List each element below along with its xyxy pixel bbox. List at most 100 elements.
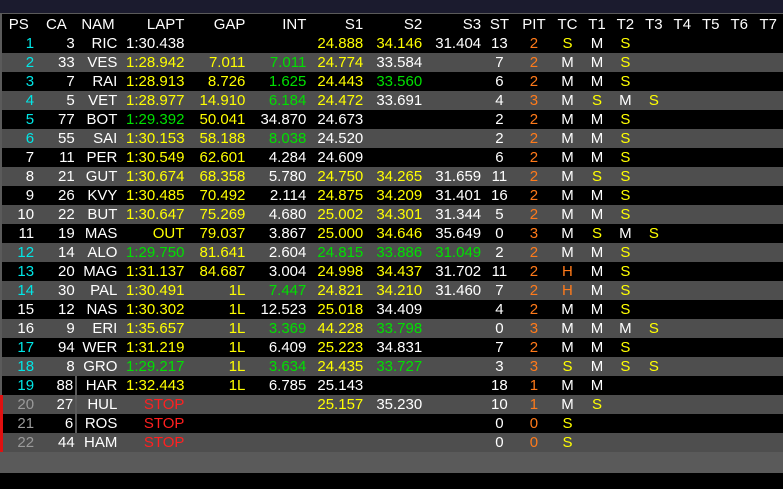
cell-t4 (668, 414, 697, 433)
cell-s1 (308, 433, 366, 452)
cell-ps: 3 (1, 72, 37, 91)
cell-t7 (753, 414, 783, 433)
cell-s1 (308, 414, 366, 433)
cell-t2: S (611, 110, 640, 129)
cell-t4 (668, 34, 697, 53)
cell-t6 (724, 300, 754, 319)
cell-s3 (424, 433, 484, 452)
cell-st: 4 (483, 300, 516, 319)
cell-lapt: 1:30.485 (119, 186, 187, 205)
cell-t6 (724, 34, 754, 53)
cell-int: 3.634 (247, 357, 309, 376)
cell-tc: M (552, 129, 583, 148)
cell-pit: 0 (515, 433, 553, 452)
cell-s3: 31.404 (424, 34, 484, 53)
cell-lapt: 1:28.942 (119, 53, 187, 72)
cell-t7 (753, 53, 783, 72)
cell-t1 (582, 414, 612, 433)
cell-s1: 25.223 (308, 338, 366, 357)
cell-t1: M (582, 300, 612, 319)
cell-nam: SAI (76, 129, 120, 148)
table-row: 20 27 HUL STOP 25.157 35.230 10 1 M S (0, 395, 783, 414)
cell-ca: 11 (36, 148, 77, 167)
cell-s1: 24.875 (308, 186, 366, 205)
cell-t1: S (582, 167, 612, 186)
cell-t7 (753, 148, 783, 167)
cell-ca: 8 (36, 357, 77, 376)
cell-t3 (639, 110, 669, 129)
cell-pit: 2 (515, 300, 553, 319)
cell-s3 (424, 129, 484, 148)
cell-t1: M (582, 148, 612, 167)
header-lapt: LAPT (119, 14, 187, 34)
cell-s2: 34.265 (365, 167, 425, 186)
cell-lapt: 1:29.750 (119, 243, 187, 262)
cell-t7 (753, 433, 783, 452)
cell-lapt: STOP (119, 414, 187, 433)
cell-t2: S (611, 205, 640, 224)
cell-t3 (639, 53, 669, 72)
table-row: 5 77 BOT 1:29.392 50.041 34.870 24.673 2 2 M M S (1, 110, 783, 129)
cell-tc: M (552, 53, 583, 72)
cell-int: 3.369 (247, 319, 309, 338)
cell-t6 (724, 262, 754, 281)
cell-t5 (696, 205, 725, 224)
cell-nam: BUT (76, 205, 120, 224)
cell-t7 (753, 34, 783, 53)
cell-pit: 2 (515, 72, 553, 91)
cell-t3 (639, 72, 669, 91)
cell-ca: 27 (36, 395, 77, 414)
cell-s2 (365, 110, 425, 129)
cell-int: 8.038 (247, 129, 309, 148)
cell-lapt: 1:30.647 (119, 205, 187, 224)
cell-t1: M (582, 110, 612, 129)
cell-ca: 77 (36, 110, 77, 129)
cell-t5 (696, 376, 725, 395)
cell-s2: 33.798 (365, 319, 425, 338)
cell-ca: 14 (36, 243, 77, 262)
cell-ca: 19 (36, 224, 77, 243)
cell-ps: 18 (1, 357, 37, 376)
cell-t1: M (582, 186, 612, 205)
table-row: 9 26 KVY 1:30.485 70.492 2.114 24.875 34.209 31.… (1, 186, 783, 205)
cell-gap: 50.041 (186, 110, 248, 129)
cell-ca: 12 (36, 300, 77, 319)
cell-pit: 3 (515, 91, 553, 110)
table-row: 1 3 RIC 1:30.438 24.888 34.146 31.404 13 2 S M S (1, 34, 783, 53)
cell-pit: 2 (515, 34, 553, 53)
cell-s1: 24.435 (308, 357, 366, 376)
cell-tc: S (552, 433, 583, 452)
cell-st: 5 (483, 205, 516, 224)
cell-tc: S (552, 357, 583, 376)
cell-ca: 21 (36, 167, 77, 186)
cell-t4 (668, 338, 697, 357)
cell-s1: 24.815 (308, 243, 366, 262)
cell-s1: 24.774 (308, 53, 366, 72)
cell-s3 (424, 376, 484, 395)
cell-gap: 75.269 (186, 205, 248, 224)
cell-t2: M (611, 224, 640, 243)
cell-t2 (611, 414, 640, 433)
cell-t3: S (639, 357, 669, 376)
cell-t7 (753, 262, 783, 281)
header-t3: T3 (639, 14, 669, 34)
cell-pit: 1 (515, 395, 553, 414)
cell-s2: 34.301 (365, 205, 425, 224)
cell-gap: 1L (186, 300, 248, 319)
cell-lapt: STOP (119, 433, 187, 452)
cell-gap (186, 433, 248, 452)
cell-ps: 9 (1, 186, 37, 205)
cell-ps: 12 (1, 243, 37, 262)
cell-s2: 34.409 (365, 300, 425, 319)
cell-t6 (724, 110, 754, 129)
cell-t3 (639, 395, 669, 414)
table-row: 2 33 VES 1:28.942 7.011 7.011 24.774 33.584 7 2 M M… (1, 53, 783, 72)
cell-t5 (696, 395, 725, 414)
cell-pit: 1 (515, 376, 553, 395)
header-ps: PS (1, 14, 37, 34)
cell-lapt: 1:30.674 (119, 167, 187, 186)
cell-t4 (668, 243, 697, 262)
cell-lapt: 1:30.438 (119, 34, 187, 53)
cell-tc: M (552, 110, 583, 129)
header-t2: T2 (611, 14, 640, 34)
